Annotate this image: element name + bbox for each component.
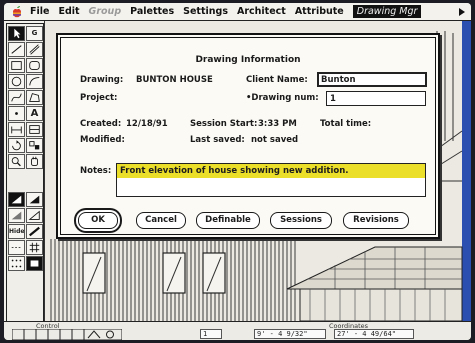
revisions-button[interactable]: Revisions [343,212,409,229]
grid-icon[interactable] [26,240,43,255]
pen-pattern-icon[interactable] [26,192,43,207]
created-value: 12/18/91 [126,119,168,129]
menu-group[interactable]: Group [89,6,122,17]
menu-architect[interactable]: Architect [237,6,286,17]
cancel-button[interactable]: Cancel [136,212,186,229]
line-tool-icon[interactable] [8,42,25,57]
last-saved-label: Last saved: [190,135,245,145]
dimension-tool-icon[interactable] [8,122,25,137]
notes-field[interactable]: Front elevation of house showing new add… [116,163,426,197]
arrow-tool-icon[interactable] [8,26,25,41]
pen-color-icon[interactable] [26,208,43,223]
drawing-information-dialog: Drawing Information Drawing: BUNTON HOUS… [56,33,440,239]
dialog-title: Drawing Information [195,55,301,65]
control-strip-icons[interactable] [12,329,122,340]
wall-tool-icon[interactable] [26,122,43,137]
modified-label: Modified: [80,135,125,145]
total-time-label: Total time: [320,119,372,129]
hand-tool-icon[interactable] [26,154,43,169]
zoom-tool-icon[interactable] [8,154,25,169]
fill-color-icon[interactable] [8,208,25,223]
sessions-button[interactable]: Sessions [270,212,332,229]
snap-icon[interactable] [8,256,25,271]
drawing-num-field[interactable]: 1 [326,91,426,106]
client-name-label: Client Name: [246,75,308,85]
screen: File Edit Group Palettes Settings Archit… [4,3,471,340]
session-start-value: 3:33 PM [258,119,297,129]
menu-settings[interactable]: Settings [183,6,228,17]
polygon-tool-icon[interactable] [26,90,43,105]
client-name-field[interactable]: Bunton [317,72,427,87]
line-weight-icon[interactable] [26,224,43,239]
menu-file[interactable]: File [30,6,49,17]
definable-button[interactable]: Definable [196,212,260,229]
hide-button[interactable]: Hide [8,224,25,239]
scale-field[interactable]: 1 [200,329,222,339]
created-label: Created: [80,119,122,129]
arc-tool-icon[interactable] [26,74,43,89]
status-bar: Control Coordinates 1 9' - 4 9/32" 27' -… [4,321,471,340]
session-start-label: Session Start: [190,119,258,129]
drawing-value: BUNTON HOUSE [136,75,213,85]
menu-drawing-mgr[interactable]: Drawing Mgr [352,5,422,18]
menu-palettes[interactable]: Palettes [130,6,174,17]
double-line-tool-icon[interactable] [26,42,43,57]
notes-text: Front elevation of house showing new add… [120,166,349,176]
circle-tool-icon[interactable] [8,74,25,89]
text-tool-icon[interactable]: A [26,106,43,121]
apple-menu-icon[interactable] [10,5,24,19]
fill-pattern-icon[interactable] [8,192,25,207]
ok-button[interactable]: OK [78,212,118,229]
dash-style-icon[interactable] [8,240,25,255]
dot-tool-icon[interactable] [8,106,25,121]
reshape-tool-icon[interactable] [26,138,43,153]
coord-y-field[interactable]: 27' - 4 49/64" [334,329,414,339]
tool-palette: G A Hide [6,23,44,333]
notes-label: Notes: [80,166,112,176]
drawing-num-label: •Drawing num: [246,93,319,103]
menu-edit[interactable]: Edit [58,6,79,17]
rounded-rect-tool-icon[interactable] [26,58,43,73]
coord-x-field[interactable]: 9' - 4 9/32" [254,329,326,339]
layer-icon[interactable] [26,256,43,271]
group-tool-icon[interactable]: G [26,26,43,41]
drawing-label: Drawing: [80,75,124,85]
curve-tool-icon[interactable] [8,90,25,105]
rectangle-tool-icon[interactable] [8,58,25,73]
scroll-arrow-icon[interactable] [457,7,467,17]
project-label: Project: [80,93,118,103]
last-saved-value: not saved [251,135,299,145]
menu-bar: File Edit Group Palettes Settings Archit… [4,3,471,21]
rotate-tool-icon[interactable] [8,138,25,153]
menu-attribute[interactable]: Attribute [295,6,344,17]
